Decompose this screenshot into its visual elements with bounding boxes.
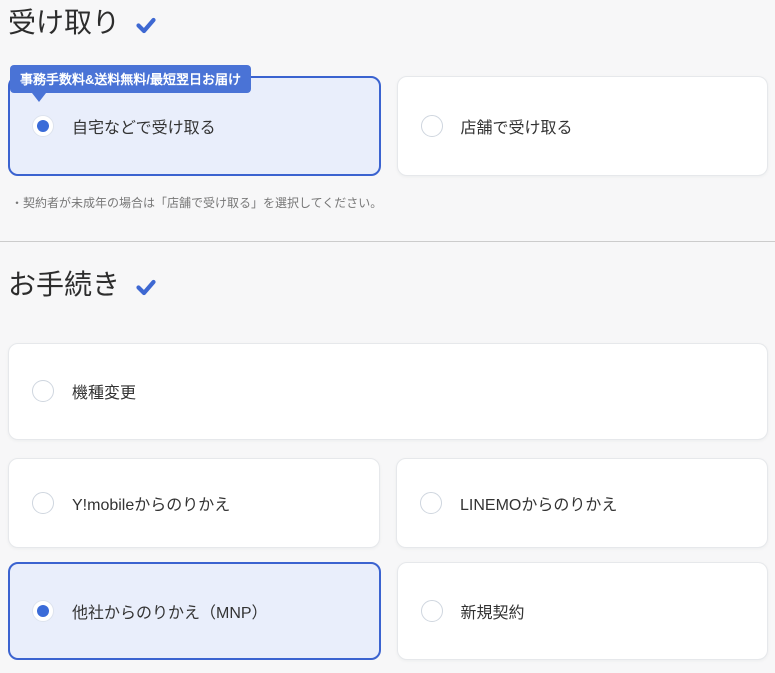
promo-badge-label: 事務手数料&送料無料/最短翌日お届け: [20, 71, 242, 87]
option-home-pickup-label: 自宅などで受け取る: [72, 119, 216, 137]
radio-mnp-switch[interactable]: [32, 599, 54, 622]
minor-contractor-note: ・契約者が未成年の場合は「店舗で受け取る」を選択してください。: [11, 195, 383, 210]
radio-model-change[interactable]: [32, 380, 54, 403]
order-form-page: 受け取り 事務手数料&送料無料/最短翌日お届け 自宅などで受け取る 店舗で受け取…: [0, 0, 775, 660]
option-ymobile-switch[interactable]: Y!mobileからのりかえ: [8, 457, 380, 548]
receiving-options-row: 事務手数料&送料無料/最短翌日お届け 自宅などで受け取る 店舗で受け取る: [8, 64, 768, 176]
radio-ymobile-switch[interactable]: [32, 491, 54, 514]
promo-badge: 事務手数料&送料無料/最短翌日お届け: [10, 64, 252, 102]
option-linemo-switch-label: LINEMOからのりかえ: [460, 496, 618, 514]
section-complete-check-icon: [136, 280, 156, 296]
section-title-receiving: 受け取り: [8, 7, 768, 39]
procedure-row-1: 機種変更: [8, 342, 768, 440]
option-mnp-switch[interactable]: 他社からのりかえ（MNP）: [8, 561, 381, 660]
option-model-change[interactable]: 機種変更: [8, 342, 768, 440]
option-new-contract-label: 新規契約: [460, 604, 525, 622]
option-store-pickup-label: 店舗で受け取る: [460, 119, 573, 137]
option-new-contract[interactable]: 新規契約: [396, 561, 768, 660]
option-model-change-label: 機種変更: [72, 385, 137, 403]
procedure-row-3: 他社からのりかえ（MNP） 新規契約: [8, 561, 768, 660]
procedure-title-text: お手続き: [8, 268, 121, 300]
radio-store-pickup[interactable]: [420, 114, 443, 137]
section-divider: [0, 240, 775, 242]
option-linemo-switch[interactable]: LINEMOからのりかえ: [396, 457, 768, 548]
receiving-title-text: 受け取り: [8, 7, 121, 38]
section-complete-check-icon: [136, 18, 156, 34]
radio-new-contract[interactable]: [420, 599, 443, 622]
option-store-pickup[interactable]: 店舗で受け取る: [396, 75, 768, 176]
option-ymobile-switch-label: Y!mobileからのりかえ: [72, 496, 231, 514]
option-mnp-switch-label: 他社からのりかえ（MNP）: [72, 604, 268, 622]
section-title-procedure: お手続き: [8, 268, 768, 301]
radio-linemo-switch[interactable]: [420, 491, 442, 514]
procedure-row-2: Y!mobileからのりかえ LINEMOからのりかえ: [8, 457, 768, 548]
radio-home-pickup[interactable]: [32, 114, 54, 137]
